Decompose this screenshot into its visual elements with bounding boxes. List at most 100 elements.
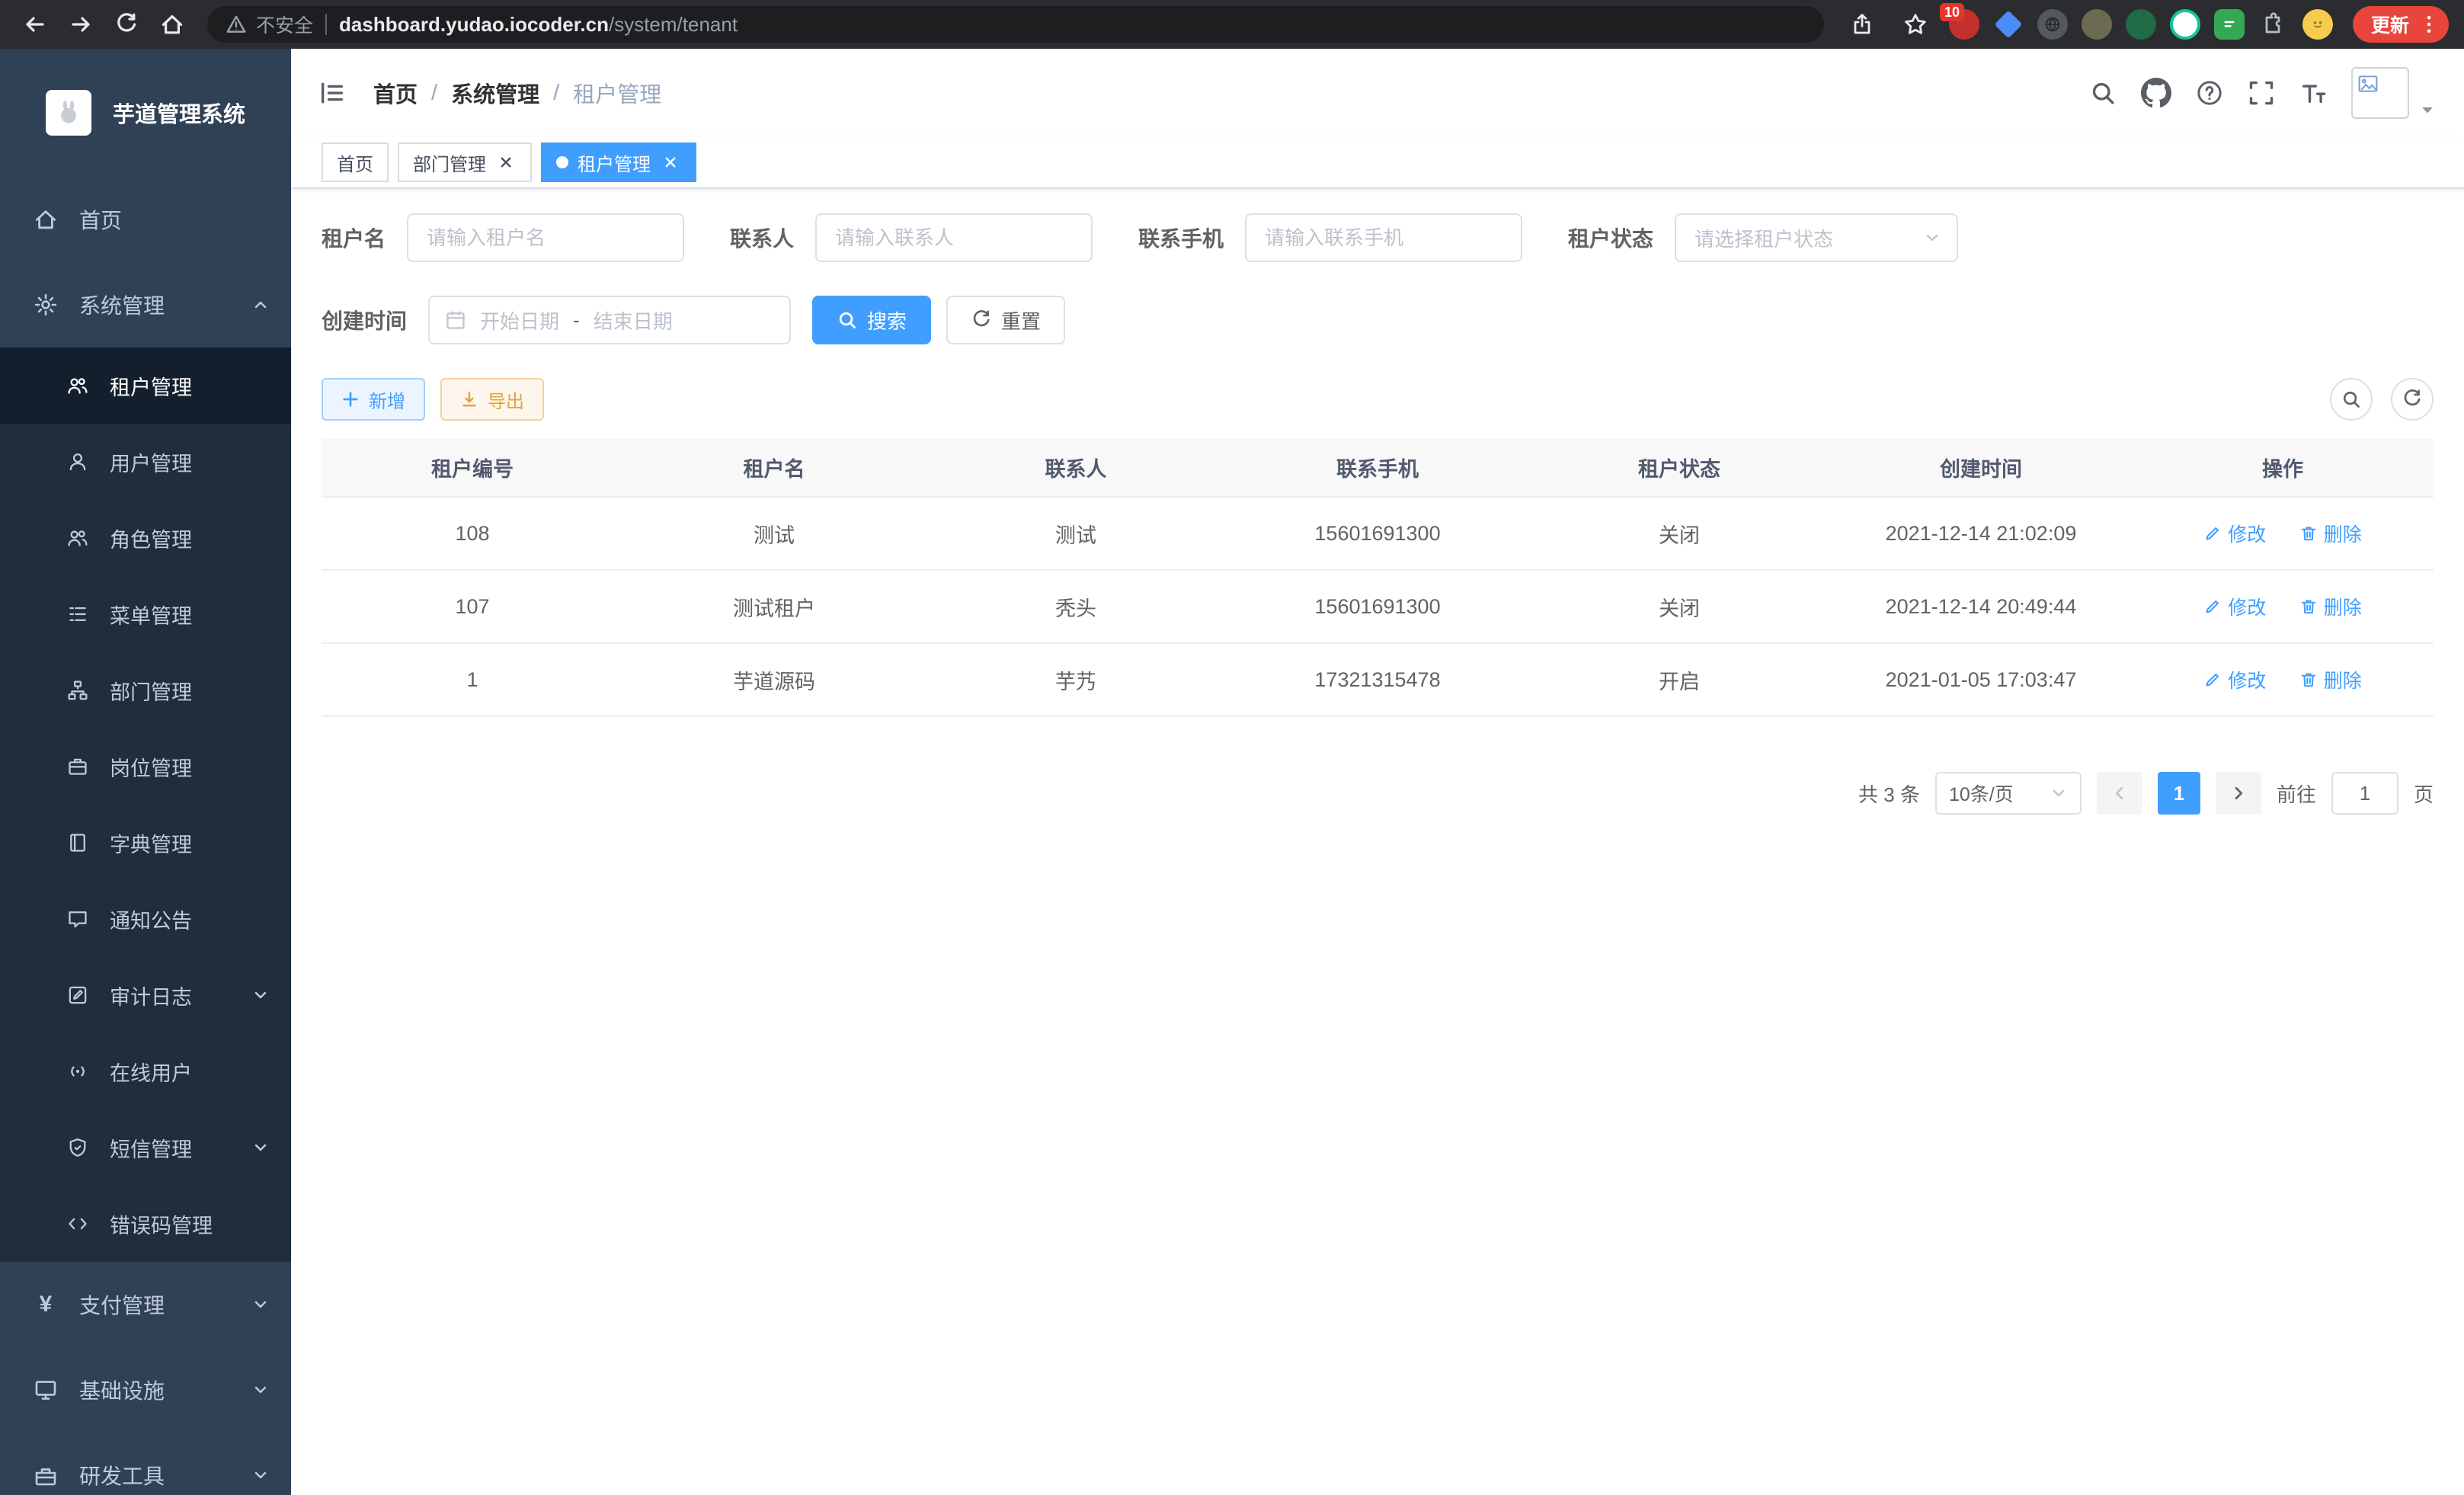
extension-icon-olive[interactable] — [2082, 9, 2112, 40]
refresh-button[interactable] — [2391, 378, 2434, 421]
sidebar-item-post[interactable]: 岗位管理 — [0, 728, 291, 805]
sidebar-item-home[interactable]: 首页 — [0, 177, 291, 262]
toggle-search-button[interactable] — [2330, 378, 2373, 421]
delete-label: 删除 — [2324, 666, 2362, 693]
delete-link[interactable]: 删除 — [2299, 520, 2362, 547]
export-button[interactable]: 导出 — [440, 378, 544, 421]
site-security-chip[interactable]: 不安全 — [226, 11, 313, 38]
top-navbar: 首页 / 系统管理 / 租户管理 — [291, 49, 2464, 137]
sidebar-item-online-users[interactable]: 在线用户 — [0, 1033, 291, 1109]
tab-dept[interactable]: 部门管理 — [398, 142, 532, 182]
cell-contact: 秃头 — [925, 570, 1227, 643]
back-icon[interactable] — [15, 5, 55, 44]
sidebar-item-sms[interactable]: 短信管理 — [0, 1109, 291, 1186]
address-bar[interactable]: 不安全 dashboard.yudao.iocoder.cn/system/te… — [207, 6, 1824, 43]
sidebar-item-dept[interactable]: 部门管理 — [0, 652, 291, 728]
fullscreen-icon[interactable] — [2248, 79, 2275, 107]
sidebar-item-role[interactable]: 角色管理 — [0, 500, 291, 576]
chevron-up-icon — [251, 296, 270, 314]
sidebar-item-label: 研发工具 — [79, 1460, 165, 1490]
breadcrumb-home[interactable]: 首页 — [373, 77, 418, 109]
sidebar-item-dev-tools[interactable]: 研发工具 — [0, 1433, 291, 1495]
share-icon[interactable] — [1842, 5, 1882, 44]
sidebar-item-system[interactable]: 系统管理 — [0, 262, 291, 347]
logo[interactable]: 芋道管理系统 — [0, 49, 291, 177]
reload-icon[interactable] — [107, 5, 146, 44]
tab-tenant[interactable]: 租户管理 — [541, 142, 696, 182]
sidebar-item-menu[interactable]: 菜单管理 — [0, 576, 291, 652]
tab-label: 租户管理 — [578, 149, 651, 176]
col-created: 创建时间 — [1830, 439, 2132, 497]
prev-page-button[interactable] — [2097, 772, 2142, 815]
date-range-picker[interactable]: 开始日期 - 结束日期 — [428, 296, 791, 344]
sidebar-item-infrastructure[interactable]: 基础设施 — [0, 1347, 291, 1433]
sidebar-item-tenant[interactable]: 租户管理 — [0, 347, 291, 424]
page-size-select[interactable]: 10条/页 — [1935, 772, 2082, 815]
close-icon[interactable] — [660, 152, 681, 173]
search-button-label: 搜索 — [867, 306, 907, 335]
extensions-puzzle-icon[interactable] — [2258, 9, 2289, 40]
contact-input[interactable] — [815, 213, 1093, 262]
date-end-placeholder: 结束日期 — [594, 306, 673, 335]
extension-icon-chat[interactable] — [2214, 9, 2245, 40]
next-page-button[interactable] — [2216, 772, 2261, 815]
table-row: 108 测试 测试 15601691300 关闭 2021-12-14 21:0… — [322, 497, 2434, 570]
tenant-name-input[interactable] — [407, 213, 684, 262]
bookmark-star-icon[interactable] — [1896, 5, 1935, 44]
sidebar-collapse-icon[interactable] — [318, 79, 346, 107]
gear-icon — [34, 293, 58, 317]
edit-link[interactable]: 修改 — [2203, 666, 2266, 693]
profile-avatar-icon[interactable] — [2302, 9, 2333, 40]
page-number-1[interactable]: 1 — [2158, 772, 2200, 815]
delete-link[interactable]: 删除 — [2299, 666, 2362, 693]
phone-input[interactable] — [1245, 213, 1522, 262]
navbar-actions — [2089, 67, 2437, 119]
sidebar-item-payment[interactable]: ¥ 支付管理 — [0, 1262, 291, 1347]
search-button[interactable]: 搜索 — [812, 296, 931, 344]
sidebar-item-audit-log[interactable]: 审计日志 — [0, 957, 291, 1033]
extension-icon-globe[interactable] — [2037, 9, 2068, 40]
message-icon — [67, 908, 88, 930]
sidebar-item-label: 审计日志 — [110, 981, 192, 1010]
extension-icon-dark-green[interactable] — [2126, 9, 2156, 40]
delete-link[interactable]: 删除 — [2299, 593, 2362, 620]
sidebar-item-error-code[interactable]: 错误码管理 — [0, 1186, 291, 1262]
trash-icon — [2299, 524, 2318, 543]
logo-image — [46, 90, 91, 136]
edit-label: 修改 — [2228, 520, 2266, 547]
tab-home[interactable]: 首页 — [322, 142, 389, 182]
col-contact: 联系人 — [925, 439, 1227, 497]
browser-update-button[interactable]: 更新 — [2353, 6, 2449, 43]
status-select[interactable]: 请选择租户状态 — [1675, 213, 1958, 262]
search-icon[interactable] — [2089, 79, 2117, 107]
edit-link[interactable]: 修改 — [2203, 520, 2266, 547]
github-icon[interactable] — [2141, 78, 2171, 108]
edit-icon — [2203, 671, 2222, 689]
browser-home-icon[interactable] — [152, 5, 192, 44]
question-icon[interactable] — [2196, 79, 2223, 107]
extension-icon-gem[interactable] — [1993, 9, 2024, 40]
toolbox-icon — [34, 1463, 58, 1487]
sidebar-item-dict[interactable]: 字典管理 — [0, 805, 291, 881]
sidebar-item-label: 租户管理 — [110, 371, 192, 401]
search-icon — [837, 309, 858, 331]
reset-button[interactable]: 重置 — [946, 296, 1065, 344]
sidebar-item-notice[interactable]: 通知公告 — [0, 881, 291, 957]
edit-link[interactable]: 修改 — [2203, 593, 2266, 620]
shield-icon — [67, 1137, 88, 1158]
breadcrumb-system[interactable]: 系统管理 — [451, 77, 539, 109]
close-icon[interactable] — [495, 152, 517, 173]
extension-icon-grammarly[interactable] — [2170, 9, 2200, 40]
warning-icon — [226, 14, 247, 35]
col-tenant-name: 租户名 — [623, 439, 925, 497]
sidebar-item-user[interactable]: 用户管理 — [0, 424, 291, 500]
user-menu[interactable] — [2351, 67, 2437, 119]
trash-icon — [2299, 671, 2318, 689]
extension-icon-adblock[interactable]: 10 — [1949, 9, 1979, 40]
forward-icon[interactable] — [61, 5, 101, 44]
breadcrumb-current: 租户管理 — [573, 77, 661, 109]
add-button[interactable]: 新增 — [322, 378, 425, 421]
goto-page-input[interactable] — [2331, 772, 2398, 815]
chevron-down-icon — [251, 1295, 270, 1314]
font-size-icon[interactable] — [2299, 79, 2327, 107]
